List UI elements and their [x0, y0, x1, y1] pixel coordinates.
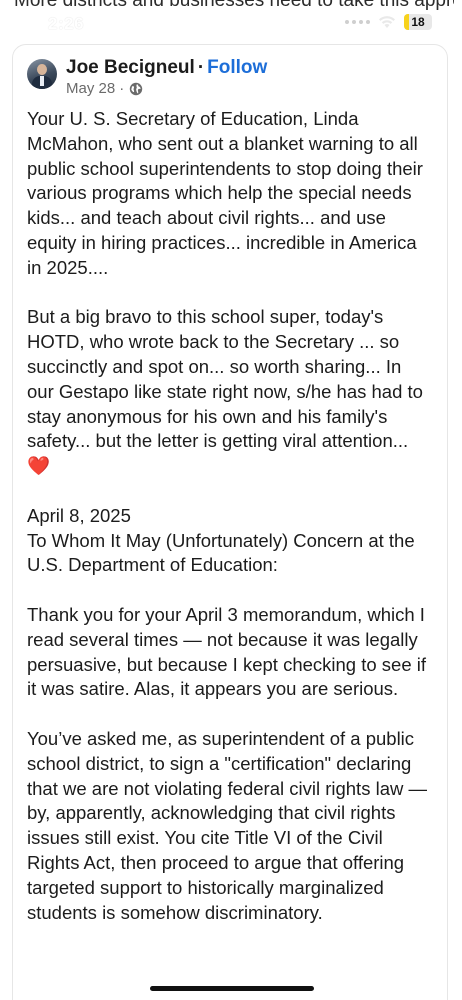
- status-time-text: 2:26: [48, 14, 85, 33]
- wifi-icon: [379, 16, 395, 28]
- letter-salutation: To Whom It May (Unfortunately) Concern a…: [27, 529, 415, 576]
- post-paragraph: Your U. S. Secretary of Education, Linda…: [27, 108, 423, 278]
- post-paragraph: But a big bravo to this school super, to…: [27, 305, 432, 479]
- post-paragraph-text: But a big bravo to this school super, to…: [27, 306, 423, 452]
- battery-icon: 18: [404, 14, 432, 30]
- battery-level: 18: [411, 15, 425, 29]
- author-name[interactable]: Joe Becigneul: [66, 57, 195, 78]
- post-date[interactable]: May 28: [66, 79, 115, 99]
- status-time: 2:26: [48, 14, 103, 34]
- cellular-signal-icon: [345, 20, 370, 24]
- home-indicator[interactable]: [150, 986, 314, 991]
- post-card: Joe Becigneul · Follow May 28 · Your U. S.…: [12, 44, 448, 1000]
- post-header: Joe Becigneul · Follow May 28 ·: [27, 57, 267, 99]
- author-block: Joe Becigneul · Follow May 28 ·: [66, 57, 267, 99]
- meta-separator: ·: [119, 80, 125, 97]
- post-meta: May 28 ·: [66, 79, 267, 99]
- status-right: 18: [345, 14, 432, 30]
- location-arrow-icon: [92, 19, 103, 30]
- screen: More districts and businesses need to ta…: [0, 0, 462, 1000]
- letter-date: April 8, 2025: [27, 504, 131, 526]
- avatar[interactable]: [27, 59, 57, 89]
- header-separator: ·: [197, 57, 205, 78]
- globe-icon: [130, 82, 143, 96]
- heart-emoji: ❤️: [27, 455, 51, 477]
- status-bar: 2:26 18: [0, 0, 462, 44]
- author-line: Joe Becigneul · Follow: [66, 57, 267, 79]
- letter-paragraph: Thank you for your April 3 memorandum, w…: [27, 603, 427, 700]
- post-body: Your U. S. Secretary of Education, Linda…: [27, 107, 432, 950]
- follow-button[interactable]: Follow: [207, 57, 267, 78]
- letter-paragraph: You’ve asked me, as superintendent of a …: [27, 727, 427, 923]
